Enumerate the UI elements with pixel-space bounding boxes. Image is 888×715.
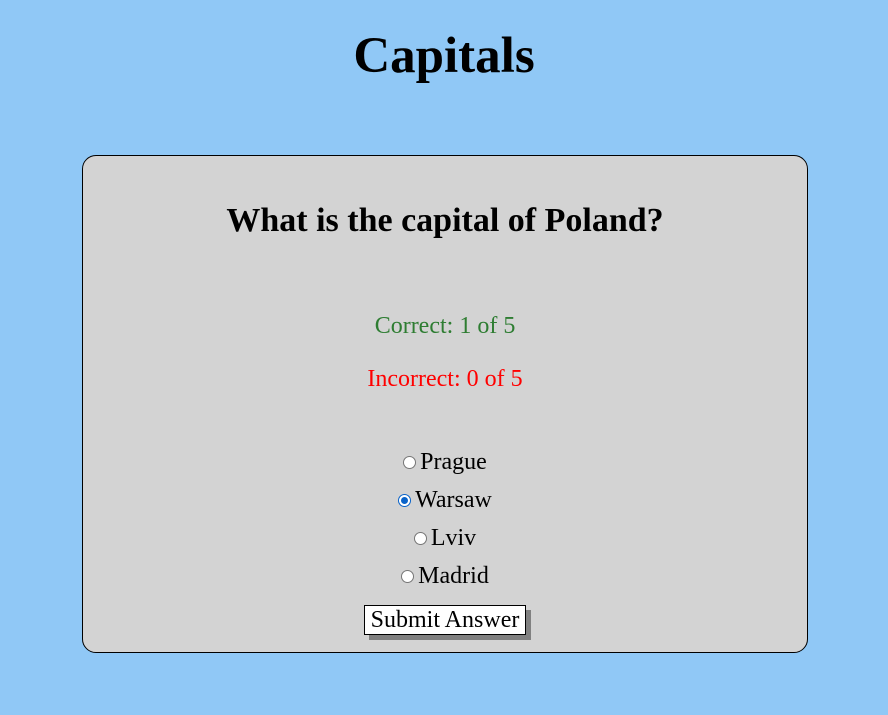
option-label: Madrid: [418, 562, 489, 589]
submit-container: Submit Answer: [83, 605, 807, 635]
radio-madrid[interactable]: [401, 569, 415, 583]
option-prague[interactable]: Prague: [83, 443, 807, 481]
radio-lviv[interactable]: [413, 531, 427, 545]
question-text: What is the capital of Poland?: [226, 202, 664, 239]
radio-warsaw[interactable]: [398, 493, 412, 507]
option-label: Lviv: [430, 524, 477, 551]
radio-prague[interactable]: [403, 455, 417, 469]
option-lviv[interactable]: Lviv: [83, 519, 807, 557]
option-warsaw[interactable]: Warsaw: [83, 481, 807, 519]
quiz-card: What is the capital of Poland? Correct: …: [82, 155, 808, 653]
page-title: Capitals: [353, 28, 535, 84]
option-label: Prague: [420, 448, 487, 475]
answer-options: Prague Warsaw Lviv Madrid: [83, 443, 807, 595]
option-label: Warsaw: [415, 486, 492, 513]
option-madrid[interactable]: Madrid: [83, 557, 807, 595]
incorrect-score: Incorrect: 0 of 5: [367, 366, 523, 392]
submit-answer-button[interactable]: Submit Answer: [363, 605, 527, 635]
correct-score: Correct: 1 of 5: [374, 313, 516, 339]
